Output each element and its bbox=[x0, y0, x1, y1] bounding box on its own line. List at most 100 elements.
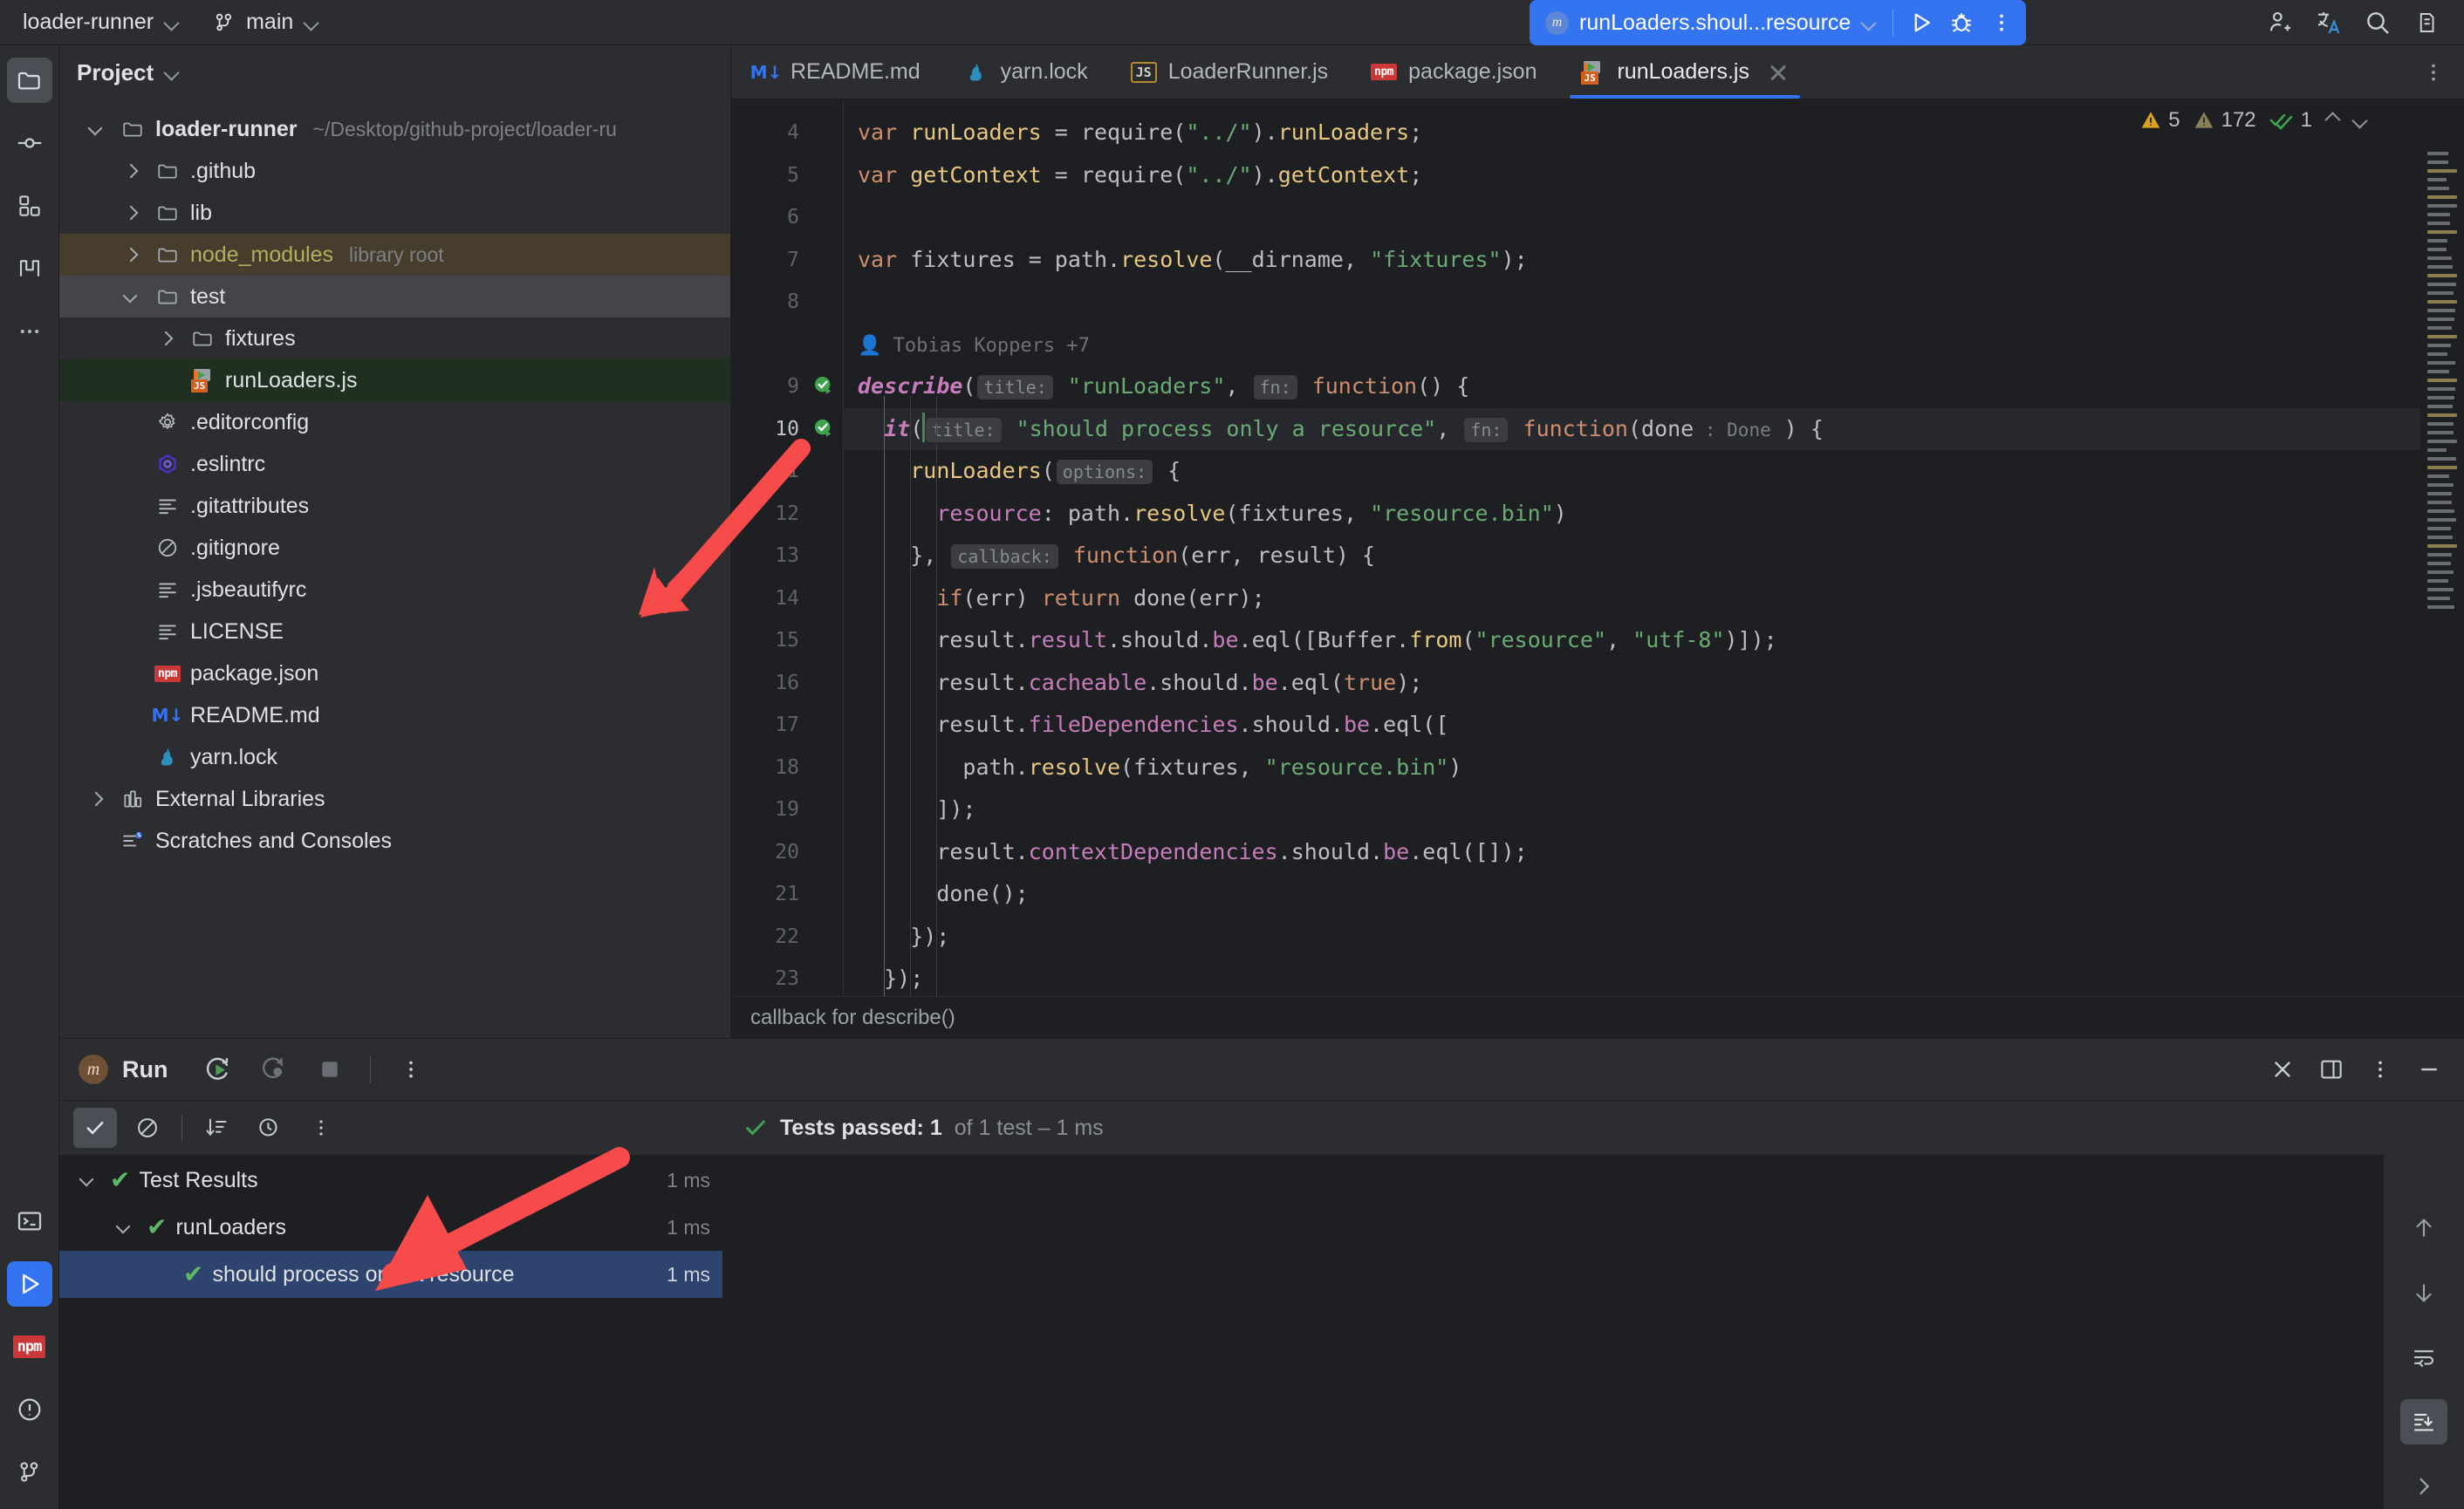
search-button[interactable] bbox=[2358, 3, 2398, 43]
tests-more-button[interactable] bbox=[299, 1108, 343, 1148]
code-line[interactable]: }); bbox=[844, 958, 2420, 996]
rerun-failed-button[interactable] bbox=[253, 1048, 295, 1090]
project-tree-item-yarn-lock[interactable]: yarn.lock bbox=[59, 736, 730, 778]
editor-tab-readme-md[interactable]: M↓README.md bbox=[731, 45, 941, 99]
editor-tab-runloaders-js[interactable]: JSrunLoaders.js bbox=[1557, 45, 1811, 99]
code-line[interactable] bbox=[844, 281, 2420, 324]
project-tree-item-readme-md[interactable]: M↓README.md bbox=[59, 694, 730, 736]
warnings-count[interactable]: 5 bbox=[2139, 108, 2180, 133]
sidebar-item-more-tools[interactable] bbox=[7, 309, 52, 354]
chevron-down-icon[interactable] bbox=[2352, 113, 2368, 128]
project-tree-item-lib[interactable]: lib bbox=[59, 192, 730, 234]
run-more-options-button[interactable] bbox=[390, 1048, 432, 1090]
code-line[interactable]: result.result.should.be.eql([Buffer.from… bbox=[844, 619, 2420, 662]
code-line[interactable]: if(err) return done(err); bbox=[844, 577, 2420, 620]
minimize-run-panel-button[interactable] bbox=[2408, 1048, 2450, 1090]
run-options-button[interactable] bbox=[2359, 1048, 2401, 1090]
code-line[interactable]: resource: path.resolve(fixtures, "resour… bbox=[844, 493, 2420, 536]
code-line[interactable]: it(title: "should process only a resourc… bbox=[844, 408, 2420, 451]
sidebar-item-run[interactable] bbox=[7, 1261, 52, 1307]
sidebar-item-npm[interactable]: npm bbox=[7, 1324, 52, 1369]
soft-wrap-button[interactable] bbox=[2400, 1335, 2447, 1380]
code-line[interactable]: done(); bbox=[844, 873, 2420, 916]
scroll-to-end-button[interactable] bbox=[2400, 1399, 2447, 1444]
code-line[interactable]: path.resolve(fixtures, "resource.bin") bbox=[844, 747, 2420, 789]
project-tree-item--jsbeautifyrc[interactable]: .jsbeautifyrc bbox=[59, 569, 730, 611]
code-line[interactable]: result.fileDependencies.should.be.eql([ bbox=[844, 704, 2420, 747]
sidebar-item-plugins[interactable] bbox=[7, 183, 52, 229]
code-line[interactable]: result.cacheable.should.be.eql(true); bbox=[844, 662, 2420, 705]
chevron-down-icon[interactable] bbox=[80, 122, 110, 136]
code-line[interactable]: result.contextDependencies.should.be.eql… bbox=[844, 831, 2420, 874]
editor-tab-loaderrunner-js[interactable]: JSLoaderRunner.js bbox=[1109, 45, 1349, 99]
checks-count[interactable]: 1 bbox=[2269, 108, 2312, 133]
run-button[interactable] bbox=[1902, 5, 1940, 40]
scroll-down-button[interactable] bbox=[2400, 1270, 2447, 1315]
editor-tab-yarn-lock[interactable]: yarn.lock bbox=[941, 45, 1109, 99]
layout-settings-button[interactable] bbox=[2310, 1048, 2352, 1090]
project-tree-item-fixtures[interactable]: fixtures bbox=[59, 318, 730, 359]
chevron-up-icon[interactable] bbox=[2324, 113, 2340, 128]
editor-breadcrumb[interactable]: callback for describe() bbox=[731, 996, 2464, 1038]
editor-code[interactable]: var runLoaders = require("../").runLoade… bbox=[843, 99, 2420, 996]
chevron-right-icon[interactable] bbox=[115, 206, 145, 220]
rerun-button[interactable] bbox=[197, 1048, 239, 1090]
editor-tab-package-json[interactable]: npmpackage.json bbox=[1349, 45, 1557, 99]
project-tree-item-runloaders-js[interactable]: JSrunLoaders.js bbox=[59, 359, 730, 401]
project-tree-item--eslintrc[interactable]: .eslintrc bbox=[59, 443, 730, 485]
chevron-right-icon[interactable] bbox=[80, 792, 110, 806]
add-user-button[interactable] bbox=[2260, 3, 2300, 43]
project-tree-item-loader-runner[interactable]: loader-runner~/Desktop/github-project/lo… bbox=[59, 108, 730, 150]
show-passed-button[interactable] bbox=[73, 1108, 117, 1148]
chevron-right-icon[interactable] bbox=[115, 164, 145, 178]
more-run-options-button[interactable] bbox=[1982, 5, 2021, 40]
sidebar-item-project[interactable] bbox=[7, 58, 52, 103]
project-tree-item--gitignore[interactable]: .gitignore bbox=[59, 527, 730, 569]
editor-minimap-scrollbar[interactable] bbox=[2420, 99, 2464, 996]
code-line[interactable]: describe(title: "runLoaders", fn: functi… bbox=[844, 365, 2420, 408]
chevron-down-icon[interactable] bbox=[72, 1173, 101, 1187]
test-console-output[interactable] bbox=[722, 1155, 2384, 1509]
chevron-right-icon[interactable] bbox=[115, 248, 145, 262]
sort-alphabetically-button[interactable] bbox=[195, 1108, 238, 1148]
project-tree-item--github[interactable]: .github bbox=[59, 150, 730, 192]
code-line[interactable]: var getContext = require("../").getConte… bbox=[844, 154, 2420, 197]
stop-button[interactable] bbox=[309, 1048, 351, 1090]
project-tree-item-scratches-and-consoles[interactable]: Scratches and Consoles bbox=[59, 820, 730, 862]
chevron-down-icon[interactable] bbox=[115, 290, 145, 304]
run-test-gutter-icon[interactable] bbox=[806, 365, 843, 408]
project-tree-item-node-modules[interactable]: node_moduleslibrary root bbox=[59, 234, 730, 276]
close-tab-icon[interactable] bbox=[1765, 59, 1791, 85]
sidebar-item-terminal[interactable] bbox=[7, 1198, 52, 1244]
chevron-down-icon[interactable] bbox=[108, 1220, 138, 1234]
test-tree-item[interactable]: ✔should process only a resource1 ms bbox=[59, 1251, 722, 1298]
project-selector[interactable]: loader-runner bbox=[14, 5, 188, 39]
project-tree-item--gitattributes[interactable]: .gitattributes bbox=[59, 485, 730, 527]
code-line[interactable]: ]); bbox=[844, 789, 2420, 831]
chevron-right-icon[interactable] bbox=[150, 331, 180, 345]
project-tree-item--editorconfig[interactable]: .editorconfig bbox=[59, 401, 730, 443]
code-line[interactable]: var fixtures = path.resolve(__dirname, "… bbox=[844, 239, 2420, 282]
blame-annotation[interactable]: 👤 Tobias Koppers +7 bbox=[844, 324, 2420, 366]
run-configuration-selector[interactable]: m runLoaders.shoul...resource bbox=[1542, 7, 1884, 39]
show-ignored-button[interactable] bbox=[126, 1108, 169, 1148]
code-line[interactable]: runLoaders(options: { bbox=[844, 450, 2420, 493]
expand-output-button[interactable] bbox=[2400, 1464, 2447, 1509]
sidebar-item-structure[interactable] bbox=[7, 246, 52, 291]
test-tree-item[interactable]: ✔runLoaders1 ms bbox=[59, 1204, 722, 1251]
branch-selector[interactable]: main bbox=[204, 5, 328, 39]
sidebar-item-commit[interactable] bbox=[7, 120, 52, 166]
project-tree-item-external-libraries[interactable]: External Libraries bbox=[59, 778, 730, 820]
notifications-button[interactable] bbox=[2406, 3, 2447, 43]
sort-by-duration-button[interactable] bbox=[247, 1108, 291, 1148]
sidebar-item-problems[interactable] bbox=[7, 1387, 52, 1432]
test-tree-item[interactable]: ✔Test Results1 ms bbox=[59, 1157, 722, 1204]
debug-button[interactable] bbox=[1942, 5, 1981, 40]
project-tree-item-package-json[interactable]: npmpackage.json bbox=[59, 652, 730, 694]
code-line[interactable]: }); bbox=[844, 916, 2420, 959]
project-tree-item-license[interactable]: LICENSE bbox=[59, 611, 730, 652]
scroll-up-button[interactable] bbox=[2400, 1205, 2447, 1251]
tabs-more-button[interactable] bbox=[2403, 45, 2464, 99]
sidebar-item-git[interactable] bbox=[7, 1450, 52, 1495]
code-line[interactable] bbox=[844, 196, 2420, 239]
